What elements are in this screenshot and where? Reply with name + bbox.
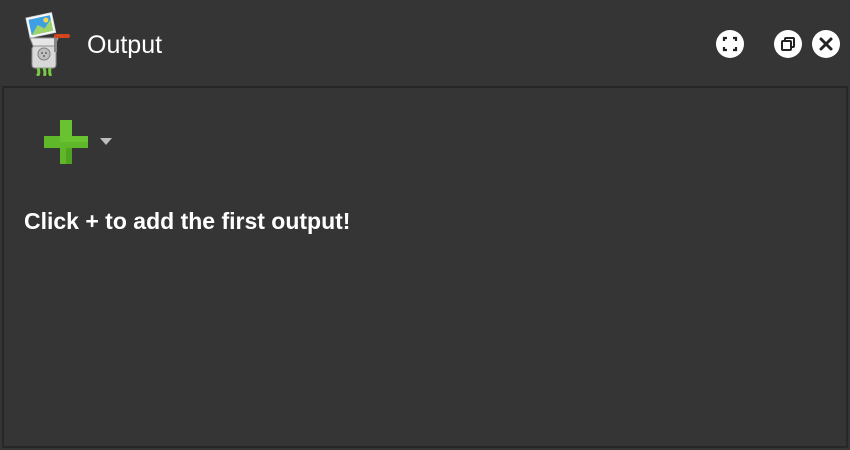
empty-state-message: Click + to add the first output! <box>24 208 351 234</box>
chevron-down-icon <box>100 138 112 145</box>
restore-icon <box>781 37 795 51</box>
output-window: Output Click + to add the first output! <box>0 0 850 450</box>
plus-icon <box>44 120 88 164</box>
add-output-button[interactable] <box>42 118 120 168</box>
fullscreen-button[interactable] <box>716 30 744 58</box>
close-icon <box>819 37 833 51</box>
restore-button[interactable] <box>774 30 802 58</box>
window-title: Output <box>87 31 163 59</box>
titlebar[interactable]: Output <box>0 0 850 86</box>
close-button[interactable] <box>812 30 840 58</box>
fullscreen-icon <box>722 36 738 52</box>
output-panel: Click + to add the first output! <box>2 86 848 448</box>
meat-grinder-icon <box>22 12 76 78</box>
